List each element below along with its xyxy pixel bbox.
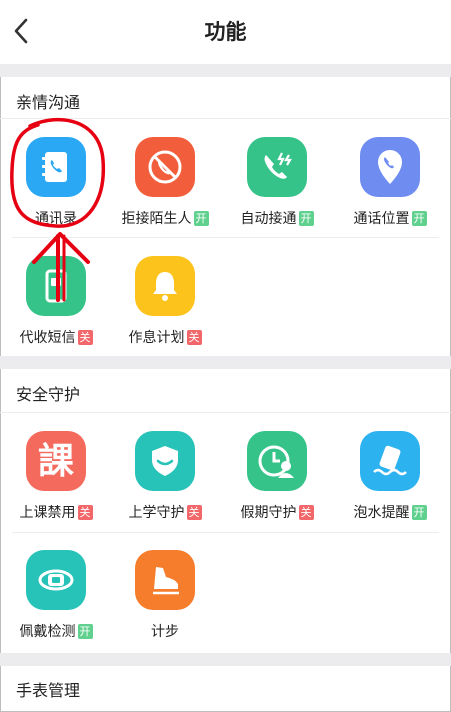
sms-receive-icon bbox=[26, 256, 86, 316]
holiday-guard-icon bbox=[247, 431, 307, 491]
auto-answer-icon bbox=[247, 137, 307, 197]
bell-icon bbox=[135, 256, 195, 316]
feature-schedule[interactable]: 作息计划关 bbox=[110, 256, 220, 366]
water-alert-icon bbox=[360, 431, 420, 491]
status-badge: 开 bbox=[77, 624, 93, 639]
header-bar: 功能 bbox=[0, 0, 451, 64]
divider bbox=[12, 532, 439, 533]
contacts-book-icon bbox=[26, 137, 86, 197]
feature-auto-answer[interactable]: 自动接通开 bbox=[222, 137, 332, 247]
feature-label: 代收短信关 bbox=[19, 330, 93, 346]
feature-label: 自动接通开 bbox=[240, 211, 314, 227]
status-badge: 关 bbox=[77, 330, 93, 345]
status-badge: 关 bbox=[298, 505, 314, 520]
feature-label: 佩戴检测开 bbox=[19, 624, 93, 640]
section-gap bbox=[0, 64, 451, 77]
feature-call-location[interactable]: 通话位置开 bbox=[335, 137, 445, 247]
divider bbox=[0, 412, 451, 413]
feature-school-guard[interactable]: 上学守护关 bbox=[110, 431, 220, 541]
status-badge: 开 bbox=[411, 211, 427, 226]
divider bbox=[12, 237, 439, 238]
feature-block-strangers[interactable]: 拒接陌生人开 bbox=[110, 137, 220, 247]
page-title: 功能 bbox=[204, 20, 247, 44]
feature-label: 计步 bbox=[151, 624, 179, 640]
watch-wear-icon bbox=[26, 550, 86, 610]
status-badge: 关 bbox=[186, 330, 202, 345]
status-badge: 开 bbox=[411, 505, 427, 520]
feature-wear-detect[interactable]: 佩戴检测开 bbox=[1, 550, 111, 660]
section-title-watch: 手表管理 bbox=[16, 681, 81, 700]
status-badge: 开 bbox=[193, 211, 209, 226]
feature-label: 拒接陌生人开 bbox=[121, 211, 209, 227]
feature-class-disable[interactable]: 課 上课禁用关 bbox=[1, 431, 111, 541]
class-glyph: 課 bbox=[37, 440, 74, 482]
feature-step-count[interactable]: 计步 bbox=[110, 550, 220, 660]
feature-label: 泡水提醒开 bbox=[353, 505, 427, 521]
status-badge: 关 bbox=[77, 505, 93, 520]
feature-label: 假期守护关 bbox=[240, 505, 314, 521]
feature-holiday-guard[interactable]: 假期守护关 bbox=[222, 431, 332, 541]
section-gap bbox=[0, 653, 451, 666]
class-character-icon: 課 bbox=[26, 431, 86, 491]
call-location-icon bbox=[360, 137, 420, 197]
section-gap bbox=[0, 356, 451, 369]
feature-label: 作息计划关 bbox=[128, 330, 202, 346]
feature-label: 通话位置开 bbox=[353, 211, 427, 227]
feature-sms-receive[interactable]: 代收短信关 bbox=[1, 256, 111, 366]
section-title-family: 亲情沟通 bbox=[16, 93, 81, 112]
feature-label: 上课禁用关 bbox=[19, 505, 93, 521]
status-badge: 关 bbox=[186, 505, 202, 520]
status-badge: 开 bbox=[298, 211, 314, 226]
shoe-step-icon bbox=[135, 550, 195, 610]
feature-water-alert[interactable]: 泡水提醒开 bbox=[335, 431, 445, 541]
feature-label: 上学守护关 bbox=[128, 505, 202, 521]
feature-contacts[interactable]: 通讯录 bbox=[1, 137, 111, 247]
divider bbox=[0, 118, 451, 119]
block-call-icon bbox=[135, 137, 195, 197]
section-title-safety: 安全守护 bbox=[16, 385, 81, 404]
feature-label: 通讯录 bbox=[35, 211, 77, 227]
school-shield-icon bbox=[135, 431, 195, 491]
